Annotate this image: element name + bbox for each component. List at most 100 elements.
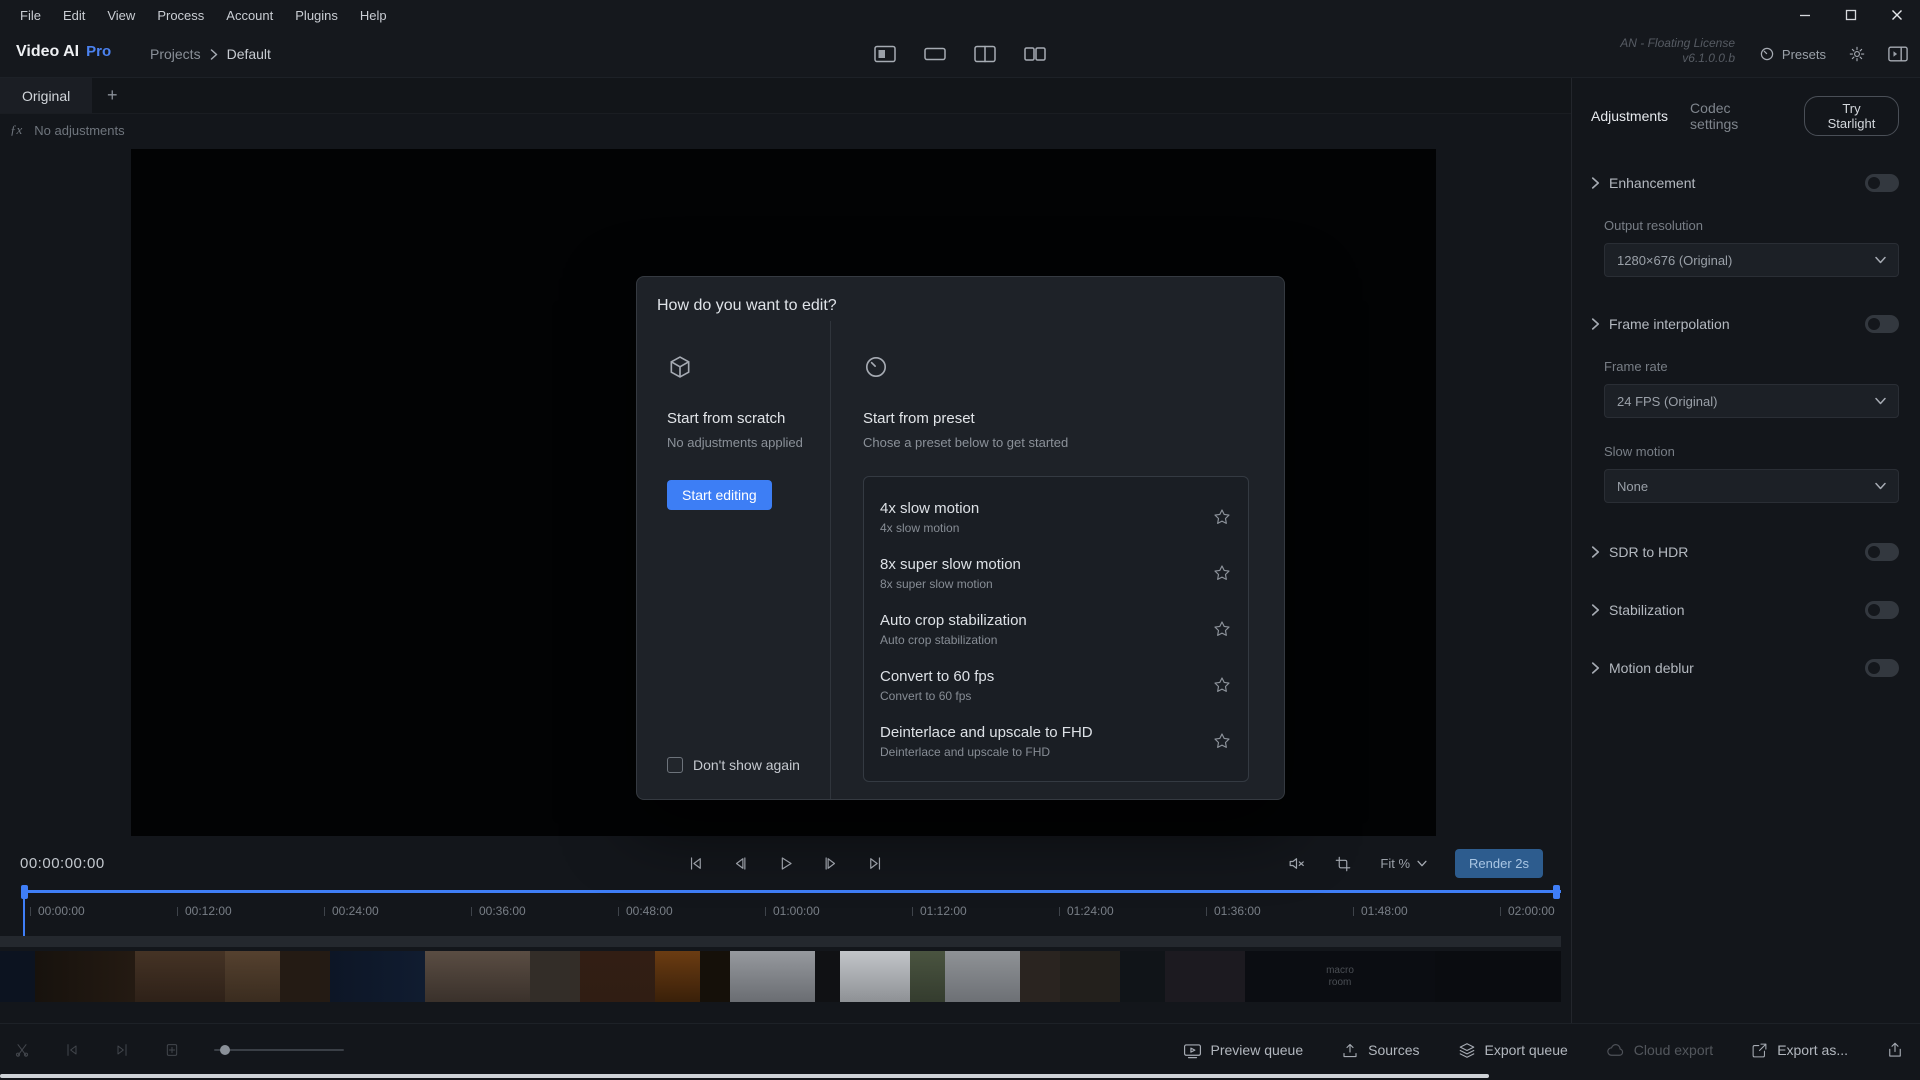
start-editing-button[interactable]: Start editing	[667, 480, 772, 510]
preview-queue-button[interactable]: Preview queue	[1183, 1042, 1304, 1059]
enhancement-toggle[interactable]	[1865, 174, 1899, 192]
section-sdr-to-hdr[interactable]: SDR to HDR	[1591, 543, 1899, 561]
output-resolution-dropdown[interactable]: 1280×676 (Original)	[1604, 243, 1899, 277]
minimize-icon[interactable]	[1782, 0, 1828, 30]
preset-item-4x-slow-motion[interactable]: 4x slow motion 4x slow motion	[864, 489, 1248, 545]
selection-end-handle[interactable]	[1553, 885, 1560, 899]
next-frame-button[interactable]	[821, 854, 840, 873]
playhead[interactable]	[23, 885, 25, 936]
filmstrip-thumb[interactable]	[730, 951, 815, 1002]
menu-view[interactable]: View	[97, 4, 145, 27]
timeline-ruler[interactable]: 00:00:00 00:12:00 00:24:00 00:36:00 00:4…	[0, 884, 1571, 936]
split-view-icon[interactable]	[974, 45, 996, 63]
filmstrip-thumb-macro-room[interactable]: macro room	[1245, 951, 1435, 1002]
export-queue-button[interactable]: Export queue	[1458, 1042, 1568, 1059]
menu-edit[interactable]: Edit	[53, 4, 95, 27]
filmstrip-thumb[interactable]	[225, 951, 280, 1002]
trim-end-icon[interactable]	[114, 1042, 130, 1058]
previous-frame-button[interactable]	[731, 854, 750, 873]
split-clip-icon[interactable]	[14, 1042, 30, 1058]
dont-show-again-checkbox[interactable]	[667, 757, 683, 773]
cloud-export-button[interactable]: Cloud export	[1606, 1042, 1713, 1058]
filmstrip-thumb[interactable]	[815, 951, 840, 1002]
section-motion-deblur[interactable]: Motion deblur	[1591, 659, 1899, 677]
crop-icon[interactable]	[1334, 855, 1352, 873]
maximize-icon[interactable]	[1828, 0, 1874, 30]
breadcrumb-default[interactable]: Default	[227, 46, 271, 62]
settings-gear-icon[interactable]	[1848, 45, 1866, 63]
full-view-icon[interactable]	[924, 45, 946, 63]
preset-item-auto-crop-stabilization[interactable]: Auto crop stabilization Auto crop stabil…	[864, 601, 1248, 657]
section-frame-interpolation[interactable]: Frame interpolation	[1591, 315, 1899, 333]
tab-adjustments[interactable]: Adjustments	[1591, 108, 1668, 124]
breadcrumb-projects[interactable]: Projects	[150, 46, 201, 62]
tab-codec-settings[interactable]: Codec settings	[1690, 100, 1782, 132]
filmstrip-thumb[interactable]	[530, 951, 580, 1002]
skip-to-end-button[interactable]	[866, 854, 885, 873]
filmstrip-thumb[interactable]	[700, 951, 730, 1002]
menu-process[interactable]: Process	[147, 4, 214, 27]
favorite-star-icon[interactable]	[1212, 563, 1232, 583]
export-as-button[interactable]: Export as...	[1751, 1042, 1848, 1059]
toggle-right-panel-icon[interactable]	[1888, 45, 1908, 63]
favorite-star-icon[interactable]	[1212, 619, 1232, 639]
mute-icon[interactable]	[1287, 854, 1306, 873]
sources-button[interactable]: Sources	[1341, 1042, 1419, 1059]
frame-rate-dropdown[interactable]: 24 FPS (Original)	[1604, 384, 1899, 418]
preset-item-convert-to-60fps[interactable]: Convert to 60 fps Convert to 60 fps	[864, 657, 1248, 713]
preset-item-deinterlace-upscale-fhd[interactable]: Deinterlace and upscale to FHD Deinterla…	[864, 713, 1248, 769]
sdr-to-hdr-toggle[interactable]	[1865, 543, 1899, 561]
motion-deblur-toggle[interactable]	[1865, 659, 1899, 677]
filmstrip-thumb[interactable]	[1020, 951, 1060, 1002]
skip-to-start-button[interactable]	[686, 854, 705, 873]
close-icon[interactable]	[1874, 0, 1920, 30]
play-button[interactable]	[776, 854, 795, 873]
add-marker-icon[interactable]	[164, 1042, 180, 1058]
preset-item-title: Deinterlace and upscale to FHD	[880, 724, 1093, 741]
menu-plugins[interactable]: Plugins	[285, 4, 348, 27]
timeline-scroll-strip[interactable]	[0, 936, 1561, 947]
filmstrip-thumb[interactable]	[840, 951, 910, 1002]
preset-item-8x-super-slow-motion[interactable]: 8x super slow motion 8x super slow motio…	[864, 545, 1248, 601]
filmstrip-thumb[interactable]	[1120, 951, 1165, 1002]
timeline-selection-bar[interactable]	[24, 890, 1561, 893]
filmstrip-thumb[interactable]	[135, 951, 225, 1002]
frame-interpolation-toggle[interactable]	[1865, 315, 1899, 333]
filmstrip-thumb[interactable]	[655, 951, 700, 1002]
menu-help[interactable]: Help	[350, 4, 397, 27]
presets-button[interactable]: Presets	[1759, 46, 1826, 62]
filmstrip-thumb[interactable]	[1435, 951, 1561, 1002]
try-starlight-button[interactable]: Try Starlight	[1804, 96, 1899, 136]
filmstrip-thumb[interactable]	[330, 951, 425, 1002]
favorite-star-icon[interactable]	[1212, 731, 1232, 751]
menu-file[interactable]: File	[10, 4, 51, 27]
trim-start-icon[interactable]	[64, 1042, 80, 1058]
timeline-zoom-slider[interactable]	[214, 1049, 344, 1051]
add-tab-button[interactable]: +	[92, 78, 132, 113]
single-view-icon[interactable]	[874, 45, 896, 63]
filmstrip-thumb[interactable]	[910, 951, 945, 1002]
stabilization-toggle[interactable]	[1865, 601, 1899, 619]
section-stabilization[interactable]: Stabilization	[1591, 601, 1899, 619]
slow-motion-dropdown[interactable]: None	[1604, 469, 1899, 503]
favorite-star-icon[interactable]	[1212, 507, 1232, 527]
zoom-fit-dropdown[interactable]: Fit %	[1380, 856, 1427, 871]
filmstrip-thumb[interactable]	[0, 951, 35, 1002]
menu-account[interactable]: Account	[216, 4, 283, 27]
favorite-star-icon[interactable]	[1212, 675, 1232, 695]
filmstrip-thumb[interactable]	[280, 951, 330, 1002]
filmstrip-thumb[interactable]	[425, 951, 530, 1002]
filmstrip-thumb[interactable]	[1060, 951, 1120, 1002]
horizontal-scrollbar[interactable]	[0, 1074, 1489, 1078]
zoom-slider-knob[interactable]	[220, 1045, 230, 1055]
timeline-filmstrip[interactable]: macro room	[0, 951, 1561, 1002]
filmstrip-thumb[interactable]	[35, 951, 135, 1002]
filmstrip-thumb[interactable]	[580, 951, 655, 1002]
share-export-icon[interactable]	[1886, 1041, 1904, 1059]
side-by-side-view-icon[interactable]	[1024, 45, 1046, 63]
tab-original[interactable]: Original	[0, 78, 92, 113]
filmstrip-thumb[interactable]	[945, 951, 1020, 1002]
render-button[interactable]: Render 2s	[1455, 849, 1543, 878]
section-enhancement[interactable]: Enhancement	[1591, 174, 1899, 192]
filmstrip-thumb[interactable]	[1165, 951, 1245, 1002]
